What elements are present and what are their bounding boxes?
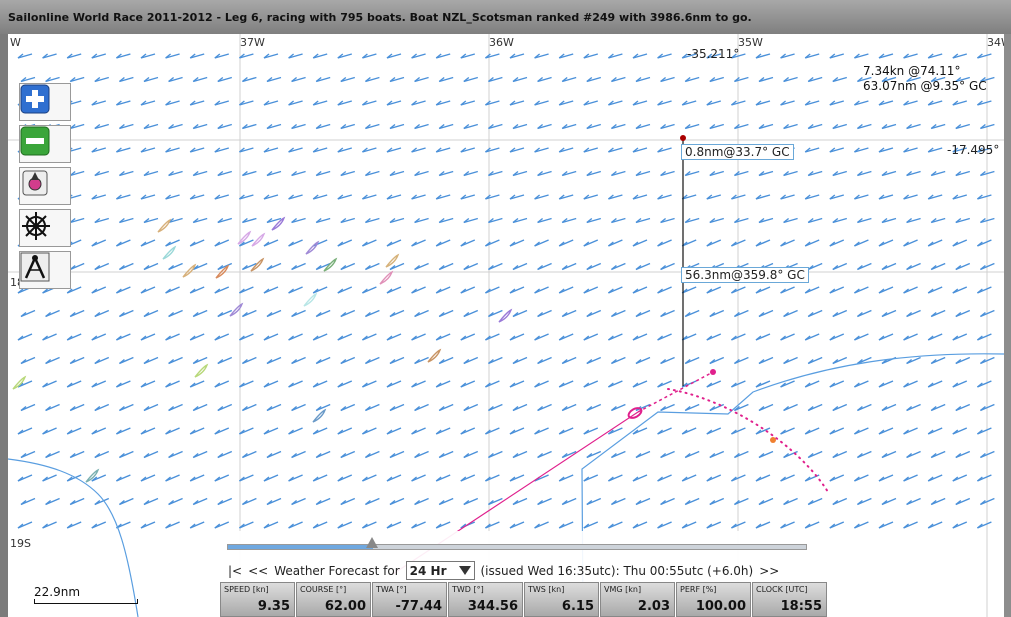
cursor-speed-heading: 7.34kn @74.11° xyxy=(863,64,961,78)
scale-bar xyxy=(34,599,138,604)
stat-header: TWA [°] xyxy=(376,585,407,594)
stat-value: 18:55 xyxy=(780,599,822,614)
lat-label-19s: 19S xyxy=(10,537,31,550)
measure-label-1: 0.8nm@33.7° GC xyxy=(681,144,794,160)
stat-vmg: VMG [kn] 2.03 xyxy=(600,582,675,617)
zoom-out-icon xyxy=(20,126,50,156)
cursor-info: 7.34kn @74.11° 63.07nm @9.35° GC xyxy=(863,64,987,94)
cursor-distance-gc: 63.07nm @9.35° GC xyxy=(863,79,987,93)
fleet-boat xyxy=(303,292,318,307)
zoom-in-button[interactable] xyxy=(19,83,71,121)
fleet-boat xyxy=(379,270,394,285)
forecast-slider-fill xyxy=(228,545,373,549)
map-canvas[interactable] xyxy=(8,34,1004,617)
stat-header: TWD [°] xyxy=(452,585,484,594)
fleet-boat xyxy=(157,218,172,233)
cursor-latitude: -17.495° xyxy=(947,143,1000,157)
stat-value: 344.56 xyxy=(467,599,518,614)
stat-value: 9.35 xyxy=(257,599,290,614)
stat-tws: TWS [kn] 6.15 xyxy=(524,582,599,617)
forecast-issued-text: (issued Wed 16:35utc): Thu 00:55utc (+6.… xyxy=(480,563,754,578)
stat-value: 100.00 xyxy=(695,599,746,614)
stat-header: CLOCK [UTC] xyxy=(756,585,808,594)
boat-stats-bar: SPEED [kn] 9.35 COURSE [°] 62.00 TWA [°] -7… xyxy=(220,582,828,617)
divider-tool-button[interactable] xyxy=(19,251,71,289)
fleet-boat xyxy=(385,253,400,268)
steering-wheel-icon xyxy=(22,212,50,240)
stat-perf: PERF [%] 100.00 xyxy=(676,582,751,617)
own-boat xyxy=(627,407,643,419)
stat-twa[interactable]: TWA [°] -77.44 xyxy=(372,582,447,617)
stat-header: PERF [%] xyxy=(680,585,717,594)
lon-label-w: W xyxy=(10,36,21,49)
zoom-in-icon xyxy=(20,84,50,114)
fleet-boat xyxy=(182,263,197,278)
forecast-slider-thumb[interactable] xyxy=(365,537,378,548)
scale-label: 22.9nm xyxy=(34,585,81,599)
stat-header: VMG [kn] xyxy=(604,585,642,594)
compass-divider-icon xyxy=(20,252,50,282)
zoom-out-button[interactable] xyxy=(19,125,71,163)
center-boat-icon xyxy=(22,170,48,196)
stat-value: 2.03 xyxy=(637,599,670,614)
lon-label-34w: 34W xyxy=(987,36,1004,49)
forecast-hours-value: 24 Hr xyxy=(409,563,447,578)
race-map[interactable]: W 37W 36W 35W 34W 18S 19S -35.211° -17.4… xyxy=(8,34,1004,617)
route-end xyxy=(710,369,716,375)
forecast-controls: |< << Weather Forecast for 24 Hr (issued… xyxy=(228,561,779,580)
window-title: Sailonline World Race 2011-2012 - Leg 6,… xyxy=(8,11,752,24)
route-line xyxy=(637,371,714,413)
forecast-first-button[interactable]: |< xyxy=(228,564,242,578)
fleet-boat xyxy=(194,363,209,378)
stat-value: 62.00 xyxy=(324,599,366,614)
weather-forecast-panel: |< << Weather Forecast for 24 Hr (issued… xyxy=(220,531,810,583)
stat-value: -77.44 xyxy=(395,599,442,614)
lon-label-36w: 36W xyxy=(489,36,514,49)
measure-start xyxy=(680,135,686,141)
stat-twd: TWD [°] 344.56 xyxy=(448,582,523,617)
stat-value: 6.15 xyxy=(561,599,594,614)
cursor-longitude: -35.211° xyxy=(687,47,740,61)
map-scale: 22.9nm xyxy=(34,585,80,599)
center-boat-button[interactable] xyxy=(19,167,71,205)
stat-header: COURSE [°] xyxy=(300,585,347,594)
forecast-hours-select[interactable]: 24 Hr xyxy=(405,561,475,580)
stat-course[interactable]: COURSE [°] 62.00 xyxy=(296,582,371,617)
lon-label-37w: 37W xyxy=(240,36,265,49)
chevron-down-icon xyxy=(458,566,471,575)
forecast-slider[interactable] xyxy=(227,544,807,550)
waypoint-marker xyxy=(770,437,776,443)
measure-label-2: 56.3nm@359.8° GC xyxy=(681,267,809,283)
stat-header: TWS [kn] xyxy=(528,585,565,594)
lon-label-35w: 35W xyxy=(738,36,763,49)
fleet-boat xyxy=(427,348,442,363)
fleet-boat xyxy=(305,240,320,255)
forecast-prev-button[interactable]: << xyxy=(248,564,268,578)
steering-button[interactable] xyxy=(19,209,71,247)
fleet-boat xyxy=(312,408,327,423)
stat-clock: CLOCK [UTC] 18:55 xyxy=(752,582,827,617)
fleet-boat xyxy=(251,232,266,247)
title-bar: Sailonline World Race 2011-2012 - Leg 6,… xyxy=(0,0,1011,34)
stat-header: SPEED [kn] xyxy=(224,585,269,594)
forecast-label: Weather Forecast for xyxy=(274,563,400,578)
forecast-next-button[interactable]: >> xyxy=(759,564,779,578)
fleet-boat xyxy=(162,245,177,260)
right-edge-scrollbar[interactable] xyxy=(1004,34,1011,617)
stat-speed: SPEED [kn] 9.35 xyxy=(220,582,295,617)
